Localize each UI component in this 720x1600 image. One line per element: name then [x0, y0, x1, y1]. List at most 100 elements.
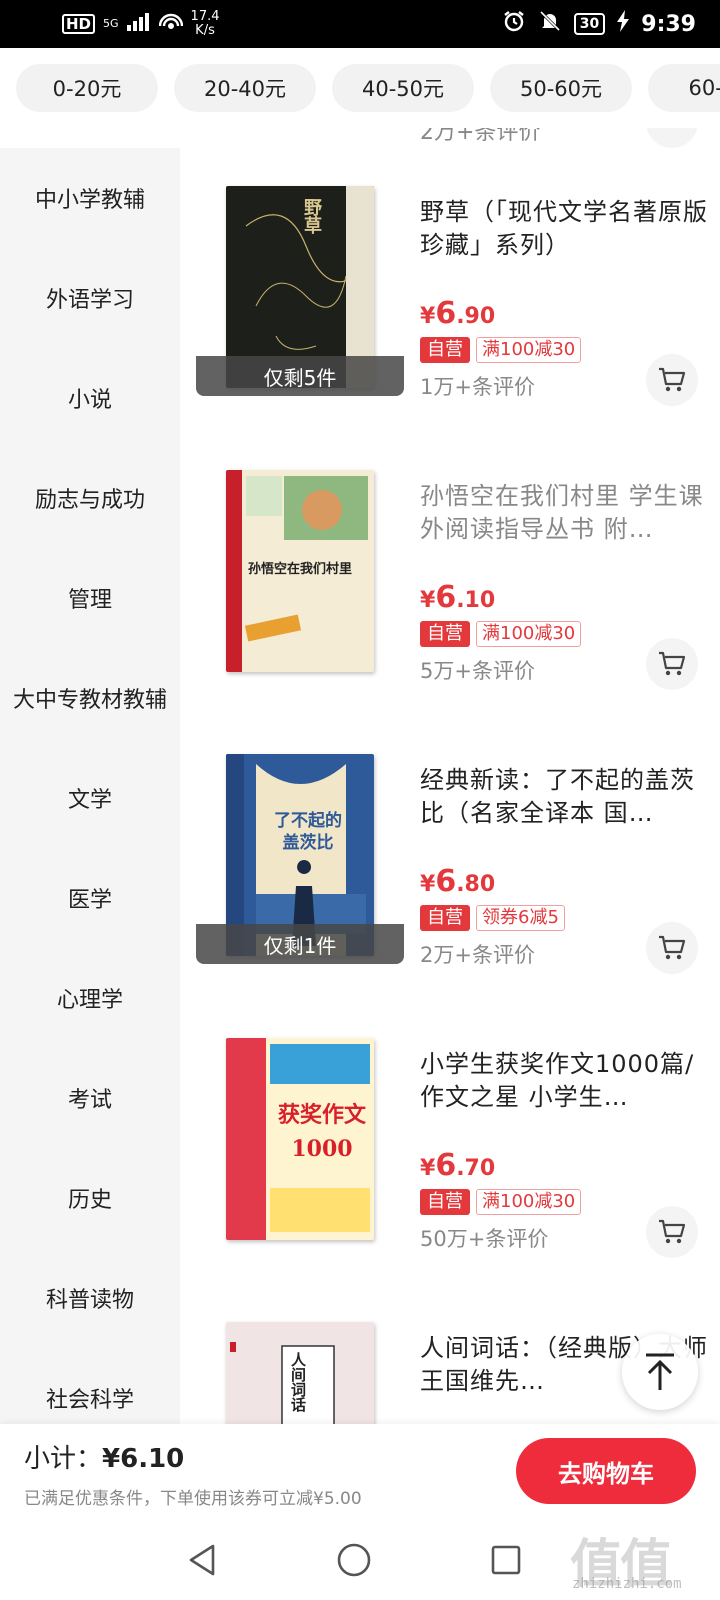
add-to-cart-button[interactable]: [646, 638, 698, 690]
battery-level: 30: [573, 13, 606, 35]
currency-symbol: ¥: [420, 588, 436, 613]
self-operated-tag: 自营: [420, 337, 470, 363]
price-integer: 6: [435, 580, 457, 615]
arrow-up-icon: [646, 1353, 674, 1390]
cart-summary-bar: 小计：¥6.10 已满足优惠条件，下单使用该券可立减¥5.00 去购物车: [0, 1424, 720, 1520]
product-title[interactable]: 野草（「现代文学名著原版珍藏」系列）: [420, 196, 710, 262]
net-speed: 17.4 K/s: [191, 10, 220, 38]
cart-icon: [659, 1219, 686, 1244]
book-cover-image: 孙悟空在我们村里: [226, 470, 374, 672]
previous-cart-button[interactable]: [646, 128, 698, 148]
product-cover[interactable]: 了不起的盖茨比 仅剩1件: [196, 754, 404, 964]
status-bar: HD 5G 17.4 K/s 30 9:39: [0, 0, 720, 48]
price-filter-chip[interactable]: 60-90: [648, 64, 720, 112]
sidebar-item[interactable]: 考试: [0, 1048, 180, 1148]
hotspot-icon: [158, 12, 183, 37]
product-list: 野草 仅剩5件 野草（「现代文学名著原版珍藏」系列） ¥6.90 自营 满100…: [180, 148, 720, 1424]
back-button[interactable]: [184, 1542, 220, 1578]
mute-icon: [538, 9, 562, 39]
sidebar-item[interactable]: 历史: [0, 1148, 180, 1248]
add-to-cart-button[interactable]: [646, 354, 698, 406]
subtotal: 小计：¥6.10: [24, 1438, 184, 1475]
product-cover[interactable]: 野草 仅剩5件: [196, 186, 404, 396]
sidebar-item[interactable]: 科普读物: [0, 1248, 180, 1348]
back-to-top-button[interactable]: [622, 1334, 698, 1410]
recents-button[interactable]: [488, 1542, 524, 1578]
clock-time: 9:39: [641, 11, 696, 37]
sidebar-item[interactable]: 社会科学: [0, 1348, 180, 1424]
price-decimal: .80: [456, 872, 496, 897]
product-cover[interactable]: 人间词话: [196, 1322, 404, 1424]
promo-tag: 满100减30: [476, 621, 582, 647]
product-card[interactable]: 了不起的盖茨比 仅剩1件 经典新读：了不起的盖茨比（名家全译本 国… ¥6.80…: [180, 716, 720, 1000]
product-title[interactable]: 经典新读：了不起的盖茨比（名家全译本 国…: [420, 764, 710, 830]
sidebar-item[interactable]: 医学: [0, 848, 180, 948]
watermark-url: zhizhizhi.com: [572, 1576, 682, 1592]
hd-indicator: HD: [62, 14, 96, 34]
sidebar-item[interactable]: 外语学习: [0, 248, 180, 348]
sidebar-item[interactable]: 心理学: [0, 948, 180, 1048]
price-integer: 6: [435, 1148, 457, 1183]
sidebar-item[interactable]: 励志与成功: [0, 448, 180, 548]
promo-tag: 满100减30: [476, 1189, 582, 1215]
product-price: ¥6.70: [420, 1148, 710, 1187]
subtotal-label: 小计：: [24, 1444, 103, 1474]
product-price: ¥6.90: [420, 296, 710, 335]
book-cover-image: 获奖作文 1000: [226, 1038, 374, 1240]
book-cover-title: 获奖作文 1000: [277, 1102, 366, 1162]
price-filter-chip[interactable]: 40-50元: [332, 64, 474, 112]
product-title[interactable]: 孙悟空在我们村里 学生课外阅读指导丛书 附…: [420, 480, 710, 546]
net-speed-unit: K/s: [195, 23, 215, 38]
previous-item-remnant: 2万+条评价: [0, 128, 720, 148]
book-cover-image: 人间词话: [226, 1322, 374, 1424]
subtotal-value: ¥6.10: [102, 1444, 185, 1474]
network-type: 5G: [103, 17, 119, 30]
product-cover[interactable]: 获奖作文 1000: [196, 1038, 404, 1248]
price-decimal: .70: [456, 1156, 496, 1181]
price-integer: 6: [435, 864, 457, 899]
watermark: 值值值 zhizhizhi.com: [570, 1522, 710, 1596]
product-card[interactable]: 孙悟空在我们村里 孙悟空在我们村里 学生课外阅读指导丛书 附… ¥6.10 自营…: [180, 432, 720, 716]
go-to-cart-button[interactable]: 去购物车: [516, 1438, 696, 1504]
status-right: 30 9:39: [502, 9, 696, 39]
promo-tag: 满100减30: [476, 337, 582, 363]
cart-icon: [659, 935, 686, 960]
price-filter-chip[interactable]: 0-20元: [16, 64, 158, 112]
sidebar-item[interactable]: 文学: [0, 748, 180, 848]
add-to-cart-button[interactable]: [646, 922, 698, 974]
price-filter-chip[interactable]: 20-40元: [174, 64, 316, 112]
sidebar-item[interactable]: 中小学教辅: [0, 148, 180, 248]
price-decimal: .90: [456, 304, 496, 329]
currency-symbol: ¥: [420, 1156, 436, 1181]
discount-note: 已满足优惠条件，下单使用该券可立减¥5.00: [24, 1489, 362, 1509]
sidebar-item[interactable]: 小说: [0, 348, 180, 448]
product-card[interactable]: 野草 仅剩5件 野草（「现代文学名著原版珍藏」系列） ¥6.90 自营 满100…: [180, 148, 720, 432]
home-button[interactable]: [336, 1542, 372, 1578]
book-cover-title: 孙悟空在我们村里: [248, 562, 353, 577]
previous-item-reviews: 2万+条评价: [420, 128, 541, 145]
currency-symbol: ¥: [420, 304, 436, 329]
cart-icon: [659, 651, 686, 676]
self-operated-tag: 自营: [420, 905, 470, 931]
self-operated-tag: 自营: [420, 621, 470, 647]
status-left: HD 5G 17.4 K/s: [62, 10, 220, 38]
sidebar-item[interactable]: 大中专教材教辅: [0, 648, 180, 748]
net-speed-value: 17.4: [190, 9, 220, 24]
price-decimal: .10: [456, 588, 496, 613]
sidebar-item[interactable]: 管理: [0, 548, 180, 648]
cart-icon: [659, 367, 686, 392]
product-title[interactable]: 小学生获奖作文1000篇/作文之星 小学生…: [420, 1048, 710, 1114]
self-operated-tag: 自营: [420, 1189, 470, 1215]
product-cover[interactable]: 孙悟空在我们村里: [196, 470, 404, 680]
product-price: ¥6.10: [420, 580, 710, 619]
price-integer: 6: [435, 296, 457, 331]
category-sidebar: 中小学教辅 外语学习 小说 励志与成功 管理 大中专教材教辅 文学 医学 心理学…: [0, 148, 180, 1424]
add-to-cart-button[interactable]: [646, 1206, 698, 1258]
product-price: ¥6.80: [420, 864, 710, 903]
stock-badge: 仅剩1件: [196, 924, 404, 964]
price-filter-chip[interactable]: 50-60元: [490, 64, 632, 112]
book-cover-title: 人间词话: [289, 1352, 307, 1412]
book-cover-title: 了不起的盖茨比: [274, 811, 342, 853]
product-card[interactable]: 获奖作文 1000 小学生获奖作文1000篇/作文之星 小学生… ¥6.70 自…: [180, 1000, 720, 1284]
promo-tag: 领券6减5: [476, 905, 565, 931]
